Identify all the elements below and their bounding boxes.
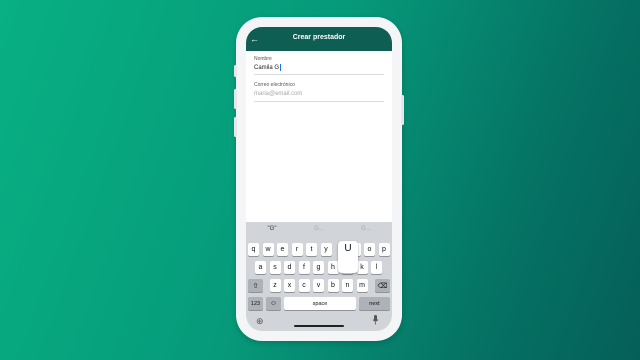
key-h[interactable]: h <box>327 261 339 274</box>
phone-frame: ← Crear prestador Nombre Camila G Correo… <box>234 17 404 341</box>
delete-key[interactable]: ⌫ <box>375 279 390 292</box>
key-g[interactable]: g <box>313 261 324 274</box>
globe-icon[interactable]: ⊕ <box>256 316 264 327</box>
key-preview-popup: U <box>338 241 358 273</box>
key-q[interactable]: q <box>248 243 259 256</box>
name-field-value: Camila G <box>254 65 280 72</box>
shift-icon: ⇧ <box>252 282 259 290</box>
key-o[interactable]: o <box>364 243 375 256</box>
email-field[interactable]: maria@email.com <box>254 91 302 97</box>
key-s[interactable]: s <box>269 261 281 274</box>
name-field-underline <box>254 74 384 75</box>
next-key[interactable]: next <box>359 297 390 310</box>
suggestion-2[interactable]: G... <box>299 226 339 232</box>
key-w[interactable]: w <box>262 243 274 256</box>
phone-screen: ← Crear prestador Nombre Camila G Correo… <box>246 27 392 331</box>
key-a[interactable]: a <box>255 261 266 274</box>
mute-switch <box>234 117 237 137</box>
key-z[interactable]: z <box>269 279 281 292</box>
suggestion-1[interactable]: "G" <box>252 226 292 232</box>
email-field-label: Correo electrónico <box>254 82 295 88</box>
key-b[interactable]: b <box>327 279 339 292</box>
key-l[interactable]: l <box>371 261 382 274</box>
keyboard: "G" G... G... q w e r t y u i o p a s d … <box>246 222 392 331</box>
key-v[interactable]: v <box>313 279 324 292</box>
key-y[interactable]: y <box>320 243 332 256</box>
key-t[interactable]: t <box>306 243 317 256</box>
name-field[interactable]: Camila G <box>254 64 281 71</box>
email-field-underline <box>254 101 384 102</box>
app-bar: ← Crear prestador <box>246 27 392 51</box>
microphone-icon[interactable] <box>372 315 379 327</box>
space-key[interactable]: space <box>284 297 356 310</box>
suggestion-3[interactable]: G... <box>346 226 386 232</box>
volume-up-button <box>234 65 237 77</box>
power-button <box>401 95 404 125</box>
name-field-label: Nombre <box>254 56 272 62</box>
key-k[interactable]: k <box>356 261 368 274</box>
key-d[interactable]: d <box>284 261 295 274</box>
key-n[interactable]: n <box>342 279 353 292</box>
key-f[interactable]: f <box>298 261 310 274</box>
key-preview-letter: U <box>344 243 352 254</box>
home-indicator <box>294 325 344 327</box>
key-p[interactable]: p <box>378 243 390 256</box>
key-e[interactable]: e <box>277 243 288 256</box>
key-x[interactable]: x <box>284 279 295 292</box>
volume-down-button <box>234 89 237 109</box>
emoji-icon: ☺ <box>269 300 278 307</box>
page-title: Crear prestador <box>292 34 346 41</box>
key-c[interactable]: c <box>298 279 310 292</box>
key-m[interactable]: m <box>356 279 368 292</box>
backspace-icon: ⌫ <box>377 282 388 290</box>
key-r[interactable]: r <box>291 243 303 256</box>
emoji-key[interactable]: ☺ <box>266 297 281 310</box>
text-cursor <box>280 64 281 71</box>
shift-key[interactable]: ⇧ <box>248 279 263 292</box>
numbers-key[interactable]: 123 <box>248 297 263 310</box>
